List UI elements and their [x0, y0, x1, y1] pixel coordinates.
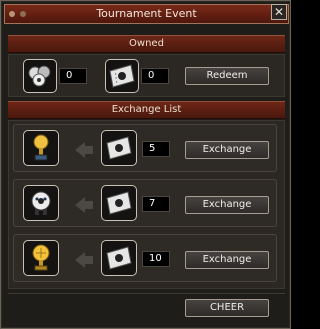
exchange-arrow-tail-1 — [85, 146, 93, 154]
exchange-button-1[interactable]: Exchange — [185, 141, 269, 159]
exchange-arrow-3 — [75, 252, 85, 268]
title-bar[interactable]: Tournament Event — [4, 4, 289, 24]
reward-slot-2[interactable] — [23, 185, 59, 221]
soccer-ball-pet-icon — [31, 191, 51, 215]
redeem-button[interactable]: Redeem — [185, 67, 269, 85]
exchange-button-2[interactable]: Exchange — [185, 196, 269, 214]
owned-ticket-slot[interactable] — [105, 59, 139, 93]
ticket-cost-1: 5 — [142, 141, 170, 157]
owned-ball-count: 0 — [59, 68, 87, 84]
cheer-button[interactable]: CHEER — [185, 299, 269, 317]
gold-football-trophy-icon — [32, 244, 50, 271]
close-button[interactable]: ✕ — [271, 4, 287, 20]
ticket-slot-2[interactable] — [101, 185, 137, 221]
ticket-cost-3: 10 — [142, 251, 170, 267]
window-title: Tournament Event — [96, 7, 197, 20]
reward-slot-3[interactable] — [23, 240, 59, 276]
exchange-arrow-2 — [75, 197, 85, 213]
ticket-slot-3[interactable] — [101, 240, 137, 276]
soccer-ticket-icon — [109, 64, 135, 88]
exchange-arrow-1 — [75, 142, 85, 158]
reward-slot-1[interactable] — [23, 130, 59, 166]
exchange-arrow-tail-3 — [85, 256, 93, 264]
ticket-cost-2: 7 — [142, 196, 170, 212]
ball-stack-icon — [28, 65, 51, 87]
soccer-ticket-icon — [106, 136, 132, 160]
soccer-ticket-icon — [106, 246, 132, 270]
exchange-arrow-tail-2 — [85, 201, 93, 209]
exchange-button-3[interactable]: Exchange — [185, 251, 269, 269]
footer-divider — [8, 293, 285, 294]
gold-trophy-icon — [33, 134, 49, 161]
soccer-ticket-icon — [106, 191, 132, 215]
owned-section-header: Owned — [8, 35, 285, 53]
ticket-slot-1[interactable] — [101, 130, 137, 166]
owned-ticket-count: 0 — [141, 68, 169, 84]
tournament-event-window: Tournament Event ✕ Owned 0 0 Redeem Exch… — [0, 0, 291, 329]
ball-stack-slot[interactable] — [23, 59, 57, 93]
exchange-list-header: Exchange List — [8, 101, 285, 119]
